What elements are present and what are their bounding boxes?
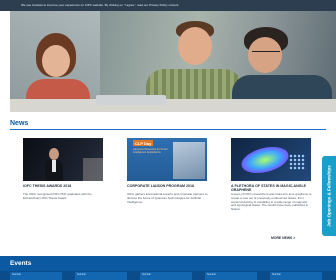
news-card-description: A team of IOFC researchers was trained t… xyxy=(231,192,312,212)
event-item[interactable]: Seminar xyxy=(205,272,257,280)
more-news-link[interactable]: MORE NEWS > xyxy=(271,236,295,240)
job-openings-side-tab[interactable]: Job Openings & Fellowships xyxy=(322,156,336,236)
event-item[interactable]: Seminar xyxy=(140,272,192,280)
cookie-consent-bar: We use Cookies to improve your experienc… xyxy=(0,0,336,11)
news-card-image[interactable] xyxy=(23,138,103,181)
news-card-title[interactable]: CORPORATE LIAISON PROGRAM 2018 xyxy=(127,184,209,188)
event-item[interactable]: Seminar xyxy=(10,272,62,280)
news-card-image-subtitle: Advanced Networks for Smart Intelligence… xyxy=(133,148,168,155)
hero-banner-image xyxy=(10,11,336,112)
news-card-description: The IOFC recognised IOFC PhD graduates w… xyxy=(23,192,92,200)
events-section: Events Seminar Seminar Seminar Seminar S… xyxy=(0,256,336,280)
event-item[interactable]: Seminar xyxy=(270,272,322,280)
news-card-title[interactable]: IOFC THESIS AWARDS 2018 xyxy=(23,184,105,188)
news-heading: News xyxy=(10,120,29,127)
events-heading: Events xyxy=(10,260,32,267)
cookie-consent-text: We use Cookies to improve your experienc… xyxy=(21,3,180,7)
job-openings-label: Job Openings & Fellowships xyxy=(326,165,332,227)
news-card-image-label: CLP Day xyxy=(133,140,154,146)
news-card-description: IOFC gathers international experts and c… xyxy=(127,192,208,204)
news-divider xyxy=(10,129,326,130)
news-card-image[interactable]: CLP Day Advanced Networks for Smart Inte… xyxy=(127,138,207,181)
event-item[interactable]: Seminar xyxy=(75,272,127,280)
news-card-image[interactable] xyxy=(231,138,311,181)
